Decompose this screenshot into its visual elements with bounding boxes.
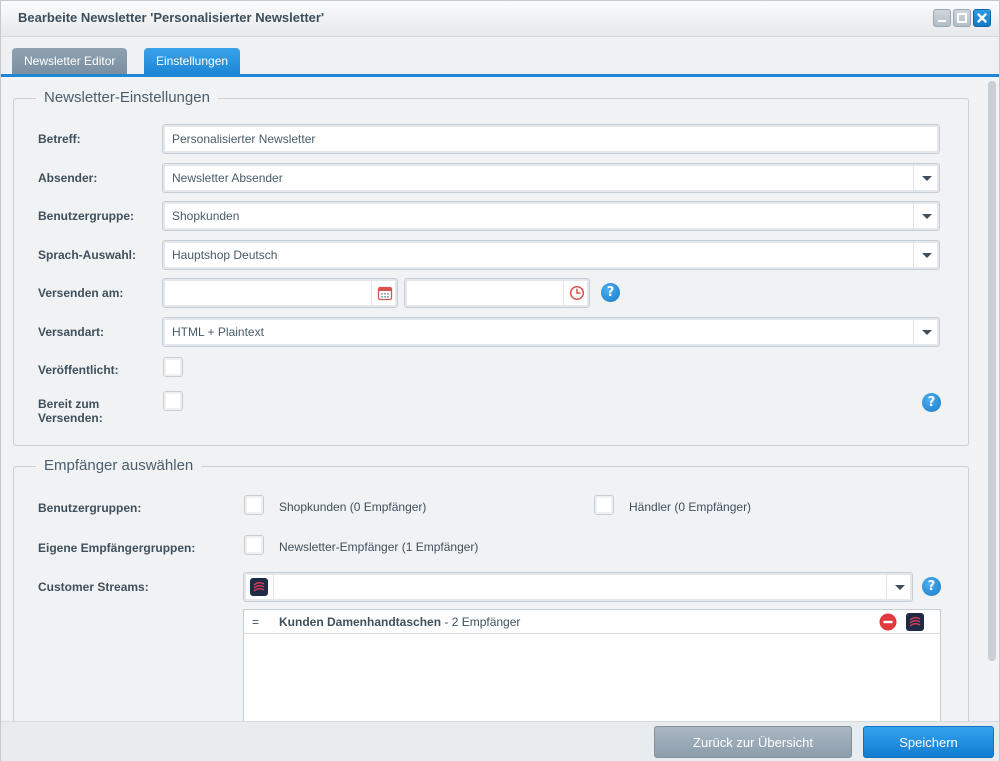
newsletter-empfaenger-option-label: Newsletter-Empfänger (1 Empfänger) [279, 540, 479, 554]
close-button[interactable] [973, 9, 991, 27]
absender-label: Absender: [38, 171, 98, 185]
haendler-option-label: Händler (0 Empfänger) [629, 500, 752, 514]
window-titlebar[interactable]: Bearbeite Newsletter 'Personalisierter N… [1, 1, 999, 37]
customer-streams-list: = Kunden Damenhandtaschen - 2 Empfänger [243, 609, 941, 721]
help-icon[interactable]: ? [601, 283, 620, 302]
help-icon[interactable]: ? [922, 577, 941, 596]
tab-einstellungen[interactable]: Einstellungen [144, 48, 241, 74]
customer-streams-combo[interactable] [243, 572, 913, 602]
window-footer: Zurück zur Übersicht Speichern [1, 721, 999, 761]
sprache-label: Sprach-Auswahl: [38, 248, 137, 262]
absender-select[interactable]: Newsletter Absender [162, 163, 940, 193]
newsletter-empfaenger-checkbox[interactable] [244, 535, 264, 555]
settings-panel: Newsletter-Einstellungen Betreff: Person… [1, 77, 985, 721]
shopkunden-option-label: Shopkunden (0 Empfänger) [279, 500, 427, 514]
time-input[interactable] [404, 278, 590, 308]
close-icon [977, 13, 987, 23]
newsletter-settings-legend: Newsletter-Einstellungen [36, 89, 218, 106]
benutzergruppe-value: Shopkunden [172, 209, 240, 223]
bereit-label-line2: Versenden: [38, 411, 103, 425]
window-controls [933, 9, 991, 27]
versandart-value: HTML + Plaintext [172, 325, 264, 339]
chevron-down-icon[interactable] [913, 164, 939, 192]
save-button[interactable]: Speichern [863, 726, 994, 758]
drag-handle-icon[interactable]: = [252, 615, 259, 629]
calendar-button[interactable] [371, 279, 397, 307]
benutzergruppen-label: Benutzergruppen: [38, 501, 142, 515]
chevron-down-icon[interactable] [913, 241, 939, 269]
bereit-label: Bereit zum Versenden: [38, 397, 103, 425]
window-title: Bearbeite Newsletter 'Personalisierter N… [18, 10, 325, 25]
benutzergruppe-select[interactable]: Shopkunden [162, 201, 940, 231]
sprache-value: Hauptshop Deutsch [172, 248, 278, 262]
back-to-overview-button[interactable]: Zurück zur Übersicht [654, 726, 852, 758]
newsletter-window: Bearbeite Newsletter 'Personalisierter N… [0, 0, 1000, 761]
customer-stream-icon[interactable] [906, 613, 924, 631]
chevron-down-icon[interactable] [913, 202, 939, 230]
versenden-am-label: Versenden am: [38, 286, 124, 300]
haendler-checkbox[interactable] [594, 495, 614, 515]
date-input[interactable] [162, 278, 398, 308]
shopkunden-checkbox[interactable] [244, 495, 264, 515]
veroeffentlicht-label: Veröffentlicht: [38, 363, 119, 377]
list-item[interactable]: = Kunden Damenhandtaschen - 2 Empfänger [244, 610, 940, 634]
veroeffentlicht-checkbox[interactable] [163, 357, 183, 377]
remove-icon[interactable] [879, 613, 897, 631]
betreff-label: Betreff: [38, 132, 81, 146]
bereit-label-line1: Bereit zum [38, 397, 100, 411]
minimize-icon [938, 20, 946, 22]
help-icon[interactable]: ? [922, 393, 941, 412]
versandart-select[interactable]: HTML + Plaintext [162, 317, 940, 347]
clock-button[interactable] [563, 279, 589, 307]
eigene-label: Eigene Empfängergruppen: [38, 541, 196, 555]
calendar-icon [377, 286, 392, 301]
customer-stream-icon [249, 578, 268, 596]
chevron-down-icon[interactable] [886, 573, 912, 601]
absender-value: Newsletter Absender [172, 171, 283, 185]
stream-name: Kunden Damenhandtaschen [279, 615, 442, 629]
scrollbar-thumb[interactable] [988, 81, 996, 661]
sprache-select[interactable]: Hauptshop Deutsch [162, 240, 940, 270]
recipients-legend: Empfänger auswählen [36, 457, 202, 474]
customer-streams-label: Customer Streams: [38, 580, 149, 594]
versandart-label: Versandart: [38, 325, 105, 339]
stream-recipient-count: - 2 Empfänger [441, 615, 521, 629]
betreff-input[interactable]: Personalisierter Newsletter [162, 124, 940, 154]
maximize-icon [957, 13, 967, 23]
chevron-down-icon[interactable] [913, 318, 939, 346]
stream-entry: Kunden Damenhandtaschen - 2 Empfänger [279, 615, 520, 629]
tab-newsletter-editor[interactable]: Newsletter Editor [12, 48, 128, 74]
stream-badge [244, 573, 274, 601]
bereit-checkbox[interactable] [163, 391, 183, 411]
benutzergruppe-label: Benutzergruppe: [38, 209, 134, 223]
maximize-button[interactable] [953, 9, 971, 27]
clock-icon [569, 285, 584, 301]
minimize-button[interactable] [933, 9, 951, 27]
tab-bar: Newsletter Editor Einstellungen [1, 38, 999, 76]
